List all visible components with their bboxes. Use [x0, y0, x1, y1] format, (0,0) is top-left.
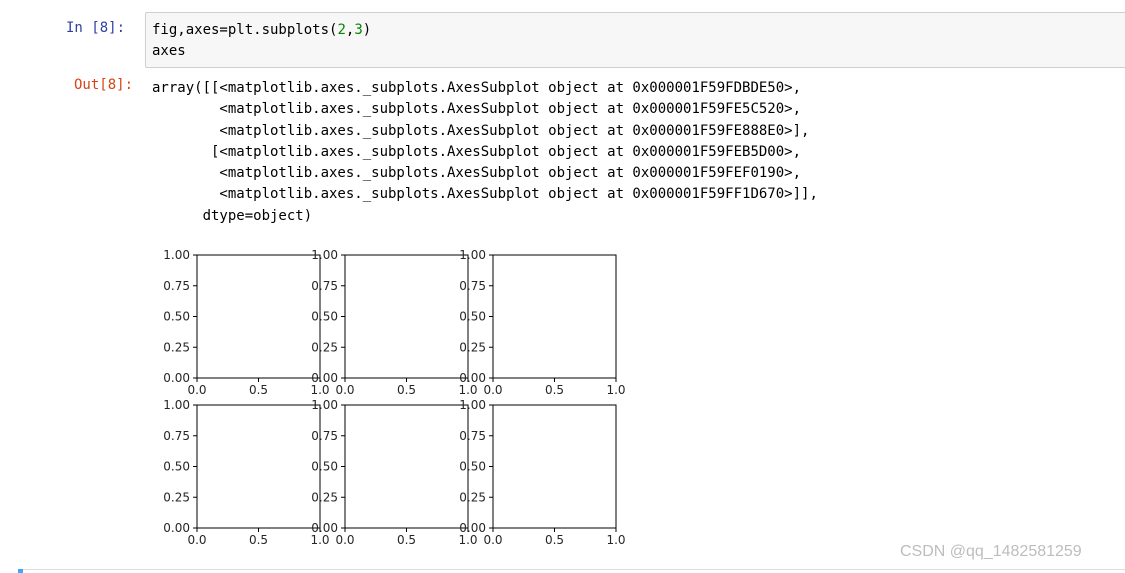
x-tick-label: 1.0: [606, 533, 625, 547]
y-tick-label: 0.75: [163, 279, 190, 293]
input-prompt: In [8]:: [66, 20, 126, 36]
y-tick-label: 0.75: [311, 279, 338, 293]
y-tick-label: 0.50: [163, 460, 190, 474]
y-tick-label: 1.00: [311, 398, 338, 412]
cell-selection-marker: [18, 569, 23, 573]
code-line: axes: [152, 43, 186, 59]
y-tick-label: 0.75: [163, 429, 190, 443]
watermark: CSDN @qq_1482581259: [900, 543, 1082, 560]
y-tick-label: 0.00: [163, 371, 190, 385]
x-tick-label: 1.0: [458, 533, 477, 547]
x-tick-label: 0.0: [187, 533, 206, 547]
y-tick-label: 0.75: [459, 429, 486, 443]
y-tick-label: 0.25: [163, 490, 190, 504]
y-tick-label: 0.75: [311, 429, 338, 443]
y-tick-label: 0.25: [311, 340, 338, 354]
output-line: dtype=object): [152, 207, 313, 224]
subplot-axes: [196, 254, 321, 379]
x-tick-label: 0.5: [545, 383, 564, 397]
subplot-axes: [492, 404, 617, 529]
subplot-axes: [344, 404, 469, 529]
x-tick-label: 0.0: [335, 383, 354, 397]
x-tick-label: 0.5: [545, 533, 564, 547]
output-line: <matplotlib.axes._subplots.AxesSubplot o…: [152, 186, 818, 203]
y-tick-label: 0.50: [163, 310, 190, 324]
subplot-axes: [492, 254, 617, 379]
x-tick-label: 0.0: [483, 383, 502, 397]
code-line: fig,axes=plt.subplots(2,3): [152, 20, 371, 41]
x-tick-label: 1.0: [606, 383, 625, 397]
y-tick-label: 1.00: [163, 248, 190, 262]
y-tick-label: 0.25: [163, 340, 190, 354]
y-tick-label: 0.25: [459, 340, 486, 354]
x-tick-label: 0.5: [249, 533, 268, 547]
y-tick-label: 0.50: [311, 460, 338, 474]
y-tick-label: 0.00: [311, 521, 338, 535]
x-tick-label: 0.5: [249, 383, 268, 397]
y-tick-label: 1.00: [163, 398, 190, 412]
y-tick-label: 0.00: [163, 521, 190, 535]
x-tick-label: 0.0: [335, 533, 354, 547]
y-tick-label: 0.00: [459, 371, 486, 385]
x-tick-label: 1.0: [458, 383, 477, 397]
y-tick-label: 0.25: [459, 490, 486, 504]
code-number: 2: [337, 22, 346, 38]
x-tick-label: 1.0: [310, 383, 329, 397]
y-tick-label: 0.50: [459, 310, 486, 324]
subplots-figure: 0.000.250.500.751.000.0 0.5 1.00.000.250.5…: [163, 248, 625, 547]
output-line: array([[<matplotlib.axes._subplots.AxesS…: [152, 80, 802, 96]
code-token: fig,axes=plt.subplots(: [152, 22, 338, 38]
x-tick-label: 0.0: [187, 383, 206, 397]
y-tick-label: 0.75: [459, 279, 486, 293]
output-text: array([[<matplotlib.axes._subplots.AxesS…: [152, 78, 818, 227]
code-input-cell[interactable]: fig,axes=plt.subplots(2,3) axes: [145, 12, 1125, 68]
y-tick-label: 0.50: [311, 310, 338, 324]
x-tick-label: 0.5: [397, 533, 416, 547]
code-number: 3: [354, 22, 363, 38]
y-tick-label: 0.00: [311, 371, 338, 385]
output-prompt: Out[8]:: [74, 77, 134, 93]
output-line: <matplotlib.axes._subplots.AxesSubplot o…: [152, 122, 810, 139]
subplot-axes: [196, 404, 321, 529]
y-tick-label: 1.00: [459, 248, 486, 262]
x-tick-label: 0.0: [483, 533, 502, 547]
output-line: [<matplotlib.axes._subplots.AxesSubplot …: [152, 143, 802, 160]
x-tick-label: 0.5: [397, 383, 416, 397]
y-tick-label: 0.00: [459, 521, 486, 535]
output-line: <matplotlib.axes._subplots.AxesSubplot o…: [152, 101, 802, 118]
x-tick-label: 1.0: [310, 533, 329, 547]
y-tick-label: 0.25: [311, 490, 338, 504]
y-tick-label: 1.00: [311, 248, 338, 262]
y-tick-label: 0.50: [459, 460, 486, 474]
cell-divider: [18, 569, 1125, 570]
output-line: <matplotlib.axes._subplots.AxesSubplot o…: [152, 165, 802, 182]
subplot-axes: [344, 254, 469, 379]
y-tick-label: 1.00: [459, 398, 486, 412]
code-token: ): [362, 22, 372, 38]
